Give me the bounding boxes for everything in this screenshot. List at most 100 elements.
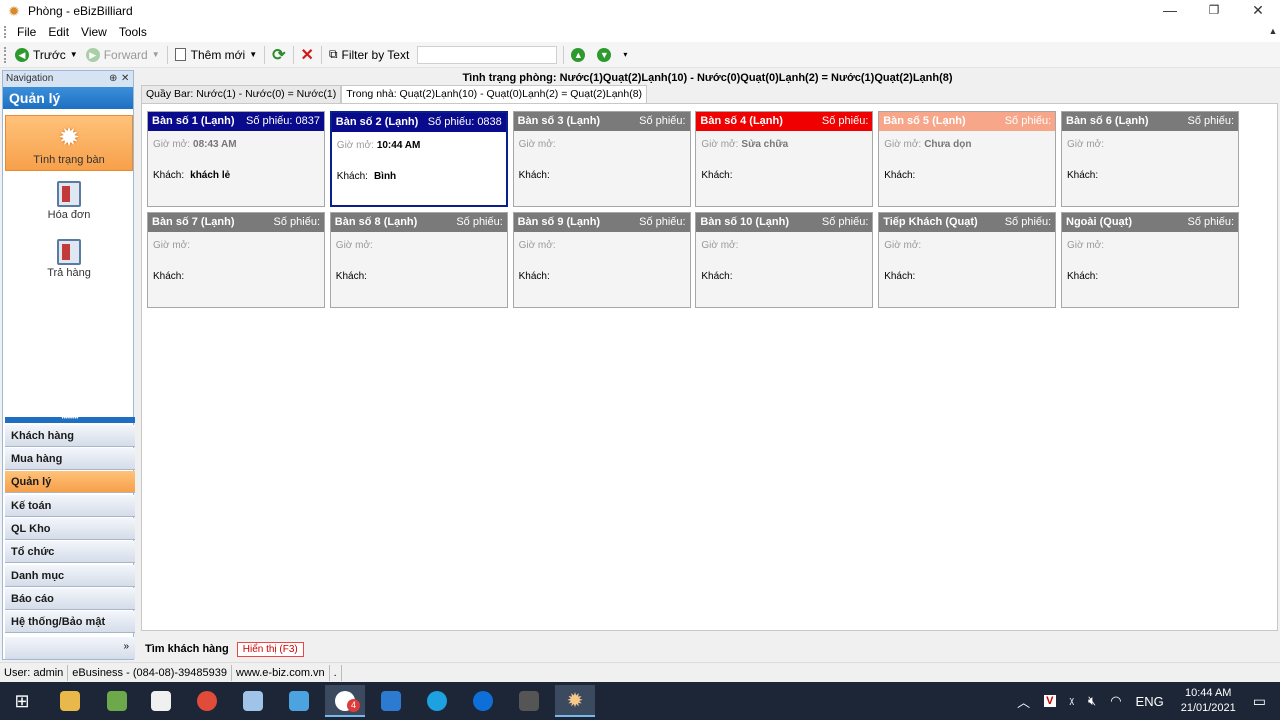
- filter-input[interactable]: [417, 45, 558, 64]
- table-card[interactable]: Bàn số 10 (Lạnh) Số phiếu: Giờ mở: Khách:: [695, 212, 874, 308]
- minimize-button[interactable]: —: [1148, 0, 1192, 22]
- taskbar-app-8[interactable]: [371, 685, 411, 717]
- category-purchasing[interactable]: Mua hàng: [5, 448, 135, 470]
- forward-dropdown-icon[interactable]: ▼: [152, 50, 160, 59]
- category-accounting[interactable]: Kế toán: [5, 495, 135, 517]
- open-time-row: Giờ mở:: [701, 240, 741, 251]
- taskbar-teamviewer[interactable]: [463, 685, 503, 717]
- pin-icon[interactable]: ⊕: [109, 71, 117, 87]
- category-reports[interactable]: Báo cáo: [5, 588, 135, 610]
- nav-item-invoice[interactable]: Hóa đơn: [5, 175, 133, 231]
- ticket-number: Số phiếu: 0838: [427, 116, 502, 128]
- pane-splitter[interactable]: ••••••••: [5, 416, 135, 423]
- toolbar-separator: [166, 45, 168, 64]
- open-time-row: Giờ mở: 10:44 AM: [337, 140, 421, 151]
- more-categories-icon[interactable]: »: [5, 637, 135, 659]
- arrow-down-icon: ▼: [597, 47, 612, 62]
- app-icon: [381, 690, 401, 711]
- category-organization[interactable]: Tổ chức: [5, 541, 135, 563]
- move-down-button[interactable]: ▼: [593, 44, 619, 66]
- table-card-header: Bàn số 9 (Lạnh) Số phiếu:: [513, 213, 690, 232]
- close-pane-icon[interactable]: ✕: [121, 71, 129, 87]
- clock[interactable]: 10:44 AM 21/01/2021: [1181, 686, 1236, 716]
- ticket-number: Số phiếu: 0837: [245, 115, 320, 127]
- table-card[interactable]: Bàn số 5 (Lạnh) Số phiếu: Giờ mở: Chưa dọn K…: [878, 111, 1057, 207]
- category-customers[interactable]: Khách hàng: [5, 425, 135, 447]
- open-time-row: Giờ mở:: [1067, 240, 1107, 251]
- table-card[interactable]: Bàn số 3 (Lạnh) Số phiếu: Giờ mở: Khách:: [512, 111, 691, 207]
- customer-label: Khách:: [518, 170, 550, 181]
- customer-row: Khách: Bình: [337, 171, 396, 182]
- category-catalog[interactable]: Danh mục: [5, 565, 135, 587]
- table-card[interactable]: Bàn số 6 (Lạnh) Số phiếu: Giờ mở: Khách:: [1061, 111, 1239, 207]
- table-card[interactable]: Tiếp Khách (Quạt) Số phiếu: Giờ mở: Khách:: [878, 212, 1057, 308]
- ime-icon[interactable]: ᵡ: [1070, 694, 1074, 709]
- unikey-icon[interactable]: V: [1044, 695, 1056, 707]
- taskbar-app-6[interactable]: [279, 685, 319, 717]
- customer-label: Khách:: [153, 170, 185, 181]
- taskbar-app-5[interactable]: [233, 685, 273, 717]
- category-management[interactable]: Quản lý: [5, 471, 135, 493]
- scroll-up-icon[interactable]: ▲: [1268, 26, 1278, 42]
- refresh-button[interactable]: ⟳: [268, 44, 289, 66]
- nav-item-table-status[interactable]: ✹ Tình trạng bàn: [5, 115, 133, 171]
- tab-indoor[interactable]: Trong nhà: Quạt(2)Lạnh(10) - Quạt(0)Lạnh…: [341, 85, 648, 103]
- taskbar-chrome[interactable]: [187, 685, 227, 717]
- app-icon: [289, 690, 309, 711]
- nav-item-return[interactable]: Trả hàng: [5, 233, 133, 289]
- volume-muted-icon[interactable]: 🔇︎: [1088, 693, 1096, 709]
- restore-button[interactable]: ❐: [1192, 0, 1236, 22]
- new-label: Thêm mới: [190, 47, 246, 62]
- taskbar-explorer[interactable]: [50, 685, 90, 717]
- delete-button[interactable]: ✕: [297, 44, 318, 66]
- toolbar-overflow-icon[interactable]: ▾: [623, 50, 627, 59]
- menu-file[interactable]: File: [13, 25, 44, 39]
- folder-icon: [60, 690, 80, 711]
- taskbar-app-2[interactable]: [97, 685, 137, 717]
- table-card[interactable]: Bàn số 1 (Lạnh) Số phiếu: 0837 Giờ mở: 08:4…: [147, 111, 325, 207]
- table-card[interactable]: Ngoài (Quạt) Số phiếu: Giờ mở: Khách:: [1061, 212, 1239, 308]
- category-system-security[interactable]: Hệ thống/Bảo mật: [5, 611, 135, 633]
- table-card[interactable]: Bàn số 9 (Lạnh) Số phiếu: Giờ mở: Khách:: [512, 212, 691, 308]
- customer-label: Khách:: [153, 271, 185, 282]
- language-indicator[interactable]: ENG: [1136, 694, 1164, 709]
- table-card-header: Tiếp Khách (Quạt) Số phiếu:: [879, 213, 1056, 232]
- tab-find-customer[interactable]: Tìm khách hàng: [137, 643, 237, 655]
- taskbar-app-3[interactable]: [141, 685, 181, 717]
- menu-bar: File Edit View Tools: [0, 22, 1280, 42]
- category-warehouse[interactable]: QL Kho: [5, 518, 135, 540]
- notifications-icon[interactable]: ▭: [1253, 693, 1266, 710]
- wifi-icon[interactable]: ◠: [1110, 693, 1121, 709]
- move-up-button[interactable]: ▲: [567, 44, 593, 66]
- back-button[interactable]: ◀ Trước ▼: [11, 44, 82, 66]
- menu-tools[interactable]: Tools: [115, 25, 155, 39]
- customer-row: Khách:: [153, 271, 190, 282]
- ticket-number: Số phiếu:: [456, 216, 503, 228]
- forward-button[interactable]: ▶ Forward ▼: [82, 44, 164, 66]
- menu-edit[interactable]: Edit: [44, 25, 77, 39]
- table-card[interactable]: Bàn số 7 (Lạnh) Số phiếu: Giờ mở: Khách:: [147, 212, 325, 308]
- customer-label: Khách:: [1067, 170, 1099, 181]
- back-dropdown-icon[interactable]: ▼: [70, 50, 78, 59]
- tab-bar-counter[interactable]: Quầy Bar: Nước(1) - Nước(0) = Nước(1): [141, 85, 342, 103]
- taskbar-skype[interactable]: [417, 685, 457, 717]
- customer-row: Khách:: [884, 271, 921, 282]
- table-card[interactable]: Bàn số 4 (Lạnh) Số phiếu: Giờ mở: Sửa chữa K…: [695, 111, 874, 207]
- ticket-number: Số phiếu:: [1187, 115, 1234, 127]
- taskbar-app-11[interactable]: [509, 685, 549, 717]
- new-button[interactable]: Thêm mới ▼: [171, 44, 261, 66]
- table-card[interactable]: Bàn số 2 (Lạnh) Số phiếu: 0838 Giờ mở: 10:4…: [329, 111, 508, 207]
- ticket-number: Số phiếu:: [821, 115, 869, 127]
- show-button[interactable]: Hiển thị (F3): [236, 641, 304, 657]
- customer-row: Khách:: [701, 170, 738, 181]
- taskbar-ebizbilliard[interactable]: ✹: [555, 685, 595, 717]
- new-dropdown-icon[interactable]: ▼: [249, 50, 257, 59]
- open-time-row: Giờ mở:: [884, 240, 924, 251]
- start-button[interactable]: ⊞: [2, 685, 42, 717]
- tray-chevron-icon[interactable]: ︿: [1017, 692, 1030, 711]
- filter-button[interactable]: ⧉ Filter by Text: [325, 44, 413, 66]
- close-button[interactable]: ✕: [1236, 0, 1280, 22]
- taskbar-zalo[interactable]: 4: [325, 685, 365, 717]
- table-card[interactable]: Bàn số 8 (Lạnh) Số phiếu: Giờ mở: Khách:: [329, 212, 508, 308]
- menu-view[interactable]: View: [77, 25, 115, 39]
